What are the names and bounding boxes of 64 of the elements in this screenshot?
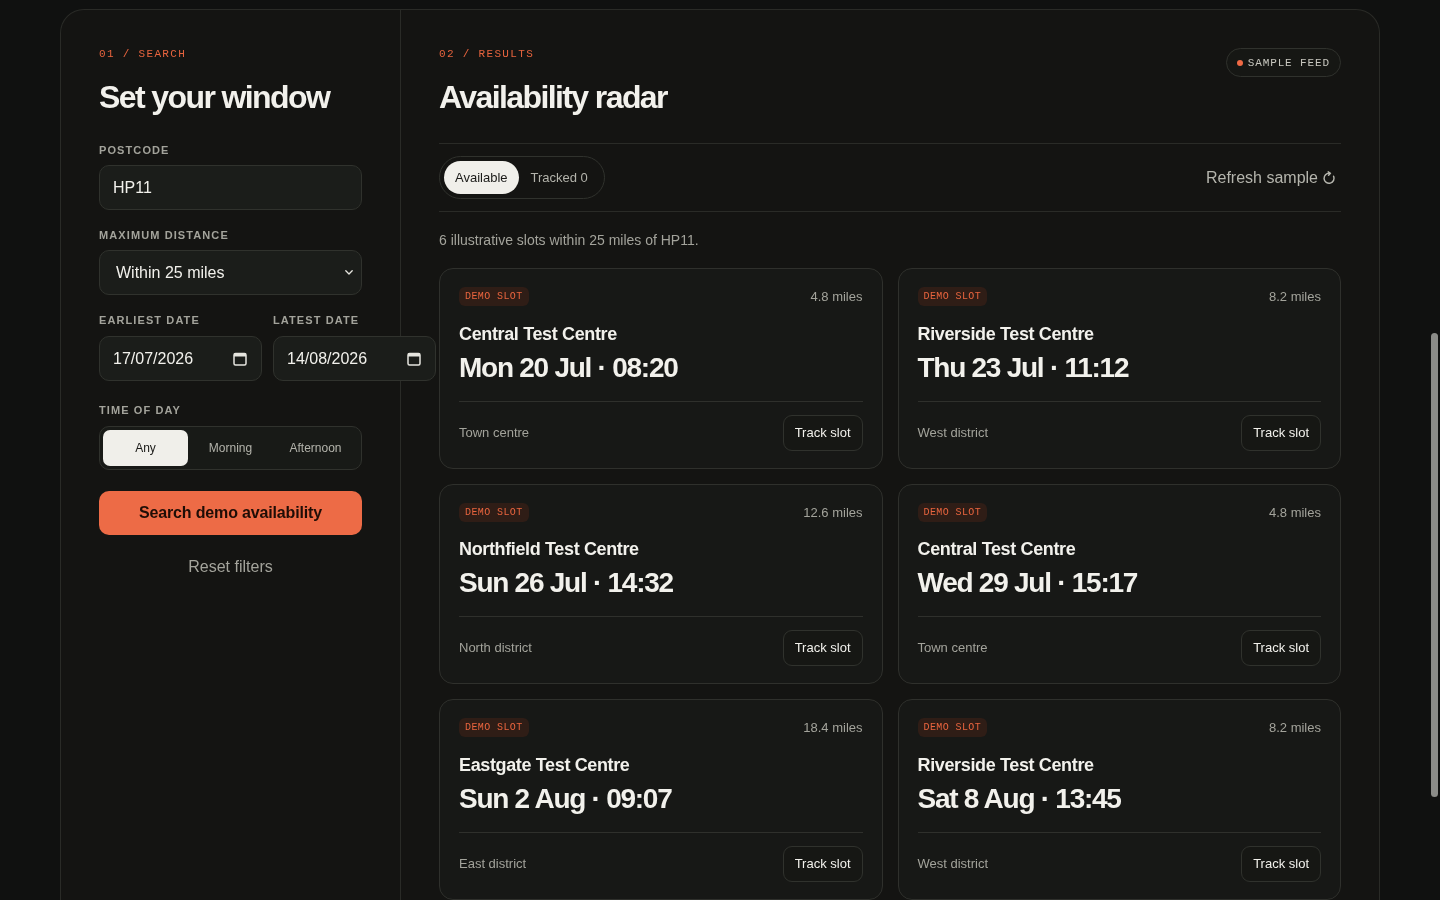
tab[interactable]: Tracked 0	[518, 161, 600, 194]
centre-name: Northfield Test Centre	[459, 538, 639, 561]
section-label: 01 / SEARCH	[99, 47, 187, 62]
field-label: TIME OF DAY	[99, 403, 181, 418]
centre-name: Eastgate Test Centre	[459, 753, 630, 777]
time-option[interactable]: Morning	[188, 430, 273, 466]
search-button[interactable]: Search demo availability	[99, 491, 362, 535]
centre-name: Riverside Test Centre	[917, 753, 1094, 777]
field-label: MAXIMUM DISTANCE	[99, 228, 229, 243]
demo-tag: DEMO SLOT	[459, 287, 529, 307]
reset-filters-link[interactable]: Reset filters	[188, 555, 273, 579]
centre-name: Central Test Centre	[917, 538, 1076, 561]
district-text: West district	[917, 854, 989, 873]
demo-tag: DEMO SLOT	[917, 502, 988, 522]
distance-select[interactable]: Within 25 miles	[99, 250, 362, 295]
demo-tag: DEMO SLOT	[917, 718, 988, 738]
distance-text: 4.8 miles	[1268, 503, 1321, 522]
slot-datetime: Sun 26 Jul · 14:32	[459, 566, 673, 600]
centre-name: Central Test Centre	[459, 322, 617, 346]
track-slot-button[interactable]: Track slot	[1241, 414, 1321, 451]
slot-datetime: Sat 8 Aug · 13:45	[917, 781, 1121, 816]
time-option[interactable]: Afternoon	[273, 430, 358, 466]
calendar-icon	[233, 351, 247, 366]
slot-datetime: Mon 20 Jul · 08:20	[459, 350, 678, 385]
slot-datetime: Wed 29 Jul · 15:17	[917, 566, 1138, 600]
demo-tag: DEMO SLOT	[917, 287, 988, 307]
tab[interactable]: Available	[444, 161, 519, 194]
distance-text: 12.6 miles	[803, 503, 863, 522]
demo-tag: DEMO SLOT	[459, 718, 529, 738]
district-text: East district	[459, 854, 527, 873]
demo-tag: DEMO SLOT	[459, 502, 529, 522]
results-summary: 6 illustrative slots within 25 miles of HP11.	[439, 231, 700, 250]
distance-text: 18.4 miles	[803, 719, 863, 737]
track-slot-button[interactable]: Track slot	[782, 414, 863, 451]
refresh-button[interactable]: Refresh sample	[1205, 165, 1341, 190]
refresh-icon	[1323, 170, 1336, 185]
centre-name: Riverside Test Centre	[917, 322, 1094, 346]
field-label: POSTCODE	[99, 143, 170, 158]
track-slot-button[interactable]: Track slot	[782, 845, 863, 882]
date-field[interactable]: 17/07/2026	[99, 336, 262, 381]
panel-title: Availability radar	[439, 78, 667, 116]
district-text: West district	[917, 423, 989, 442]
field-label: EARLIEST DATE	[99, 313, 200, 328]
distance-text: 8.2 miles	[1268, 288, 1321, 306]
section-label: 02 / RESULTS	[439, 47, 535, 62]
distance-text: 8.2 miles	[1268, 719, 1321, 737]
district-text: Town centre	[459, 423, 530, 442]
track-slot-button[interactable]: Track slot	[782, 630, 863, 666]
distance-text: 4.8 miles	[810, 288, 863, 306]
panel-title: Set your window	[99, 78, 330, 116]
postcode-input[interactable]: HP11	[99, 165, 362, 210]
calendar-icon	[407, 351, 421, 366]
chevron-down-icon	[345, 270, 353, 275]
scrollbar-thumb[interactable]	[1431, 333, 1438, 797]
date-field[interactable]: 14/08/2026	[273, 336, 436, 381]
district-text: North district	[459, 639, 532, 658]
slot-datetime: Thu 23 Jul · 11:12	[917, 350, 1129, 385]
track-slot-button[interactable]: Track slot	[1241, 845, 1321, 882]
district-text: Town centre	[917, 639, 988, 658]
slot-datetime: Sun 2 Aug · 09:07	[459, 781, 672, 816]
time-option[interactable]: Any	[103, 430, 188, 466]
track-slot-button[interactable]: Track slot	[1241, 630, 1321, 666]
feed-label: SAMPLE FEED	[1247, 55, 1330, 71]
field-label: LATEST DATE	[273, 313, 360, 328]
